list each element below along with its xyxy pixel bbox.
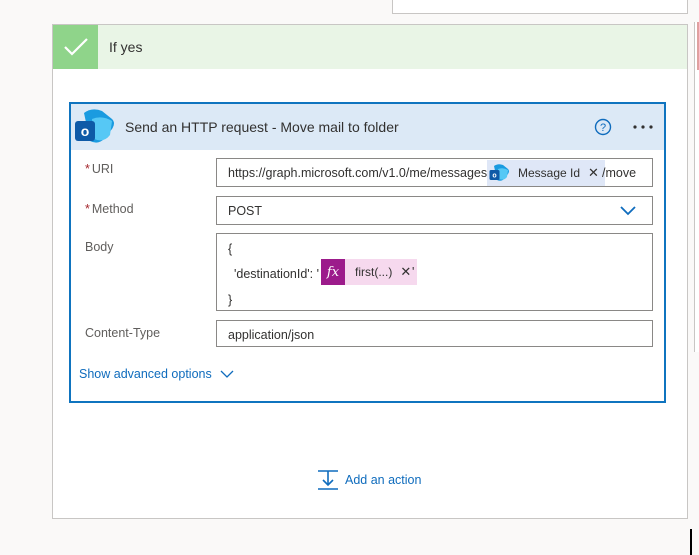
body-destination-close-quote: '	[412, 265, 415, 279]
help-icon[interactable]: ?	[593, 117, 613, 137]
adjacent-branch-edge	[694, 22, 699, 352]
svg-text:o: o	[81, 123, 90, 139]
add-action-button[interactable]: Add an action	[316, 469, 421, 491]
uri-prefix-text: https://graph.microsoft.com/v1.0/me/mess…	[228, 166, 491, 180]
add-action-label: Add an action	[345, 473, 422, 487]
uri-suffix-text: /move	[602, 166, 637, 180]
outlook-icon: o	[72, 105, 116, 149]
if-yes-header[interactable]: If yes	[53, 25, 687, 69]
method-select[interactable]: POST	[216, 196, 653, 225]
content-type-label: Content-Type	[85, 326, 161, 340]
content-type-field[interactable]: application/json	[216, 320, 653, 347]
if-yes-title: If yes	[109, 39, 143, 55]
chevron-down-icon[interactable]	[619, 205, 637, 217]
content-type-value: application/json	[228, 328, 315, 342]
add-action-icon	[318, 470, 338, 490]
close-icon[interactable]: ✕	[588, 165, 599, 181]
action-card-header[interactable]: o Send an HTTP request - Move mail to fo…	[71, 104, 664, 150]
close-icon[interactable]: ✕	[400, 264, 411, 280]
chevron-down-icon	[220, 370, 234, 378]
outlook-icon: o	[489, 164, 509, 181]
adjacent-card-edge	[392, 0, 688, 14]
show-advanced-options-link[interactable]: Show advanced options	[79, 367, 234, 381]
method-value: POST	[228, 204, 263, 218]
fx-expression-token[interactable]: fx first(...) ✕	[321, 259, 418, 285]
more-options-icon[interactable]	[631, 117, 655, 137]
action-title: Send an HTTP request - Move mail to fold…	[125, 119, 399, 135]
uri-label: * URI	[85, 162, 114, 176]
method-label: * Method	[85, 202, 134, 216]
fx-token-label: first(...)	[355, 265, 393, 279]
message-id-token-label: Message Id	[518, 166, 581, 180]
text-cursor	[690, 529, 692, 555]
show-advanced-options-label: Show advanced options	[79, 367, 212, 381]
checkmark-icon	[53, 25, 98, 69]
svg-text:o: o	[492, 173, 496, 180]
svg-text:?: ?	[600, 122, 606, 134]
body-label: Body	[85, 240, 114, 254]
uri-field[interactable]: https://graph.microsoft.com/v1.0/me/mess…	[216, 158, 653, 187]
body-field[interactable]: { 'destinationId': ' fx first(...) ✕ ' }	[216, 233, 653, 311]
body-destination-key: 'destinationId': '	[234, 267, 319, 281]
http-request-action-card[interactable]: o Send an HTTP request - Move mail to fo…	[69, 102, 666, 403]
body-line-close: }	[228, 293, 233, 307]
body-line-open: {	[228, 242, 233, 256]
fx-icon: fx	[321, 259, 345, 285]
message-id-token[interactable]: o Message Id ✕	[487, 160, 605, 186]
